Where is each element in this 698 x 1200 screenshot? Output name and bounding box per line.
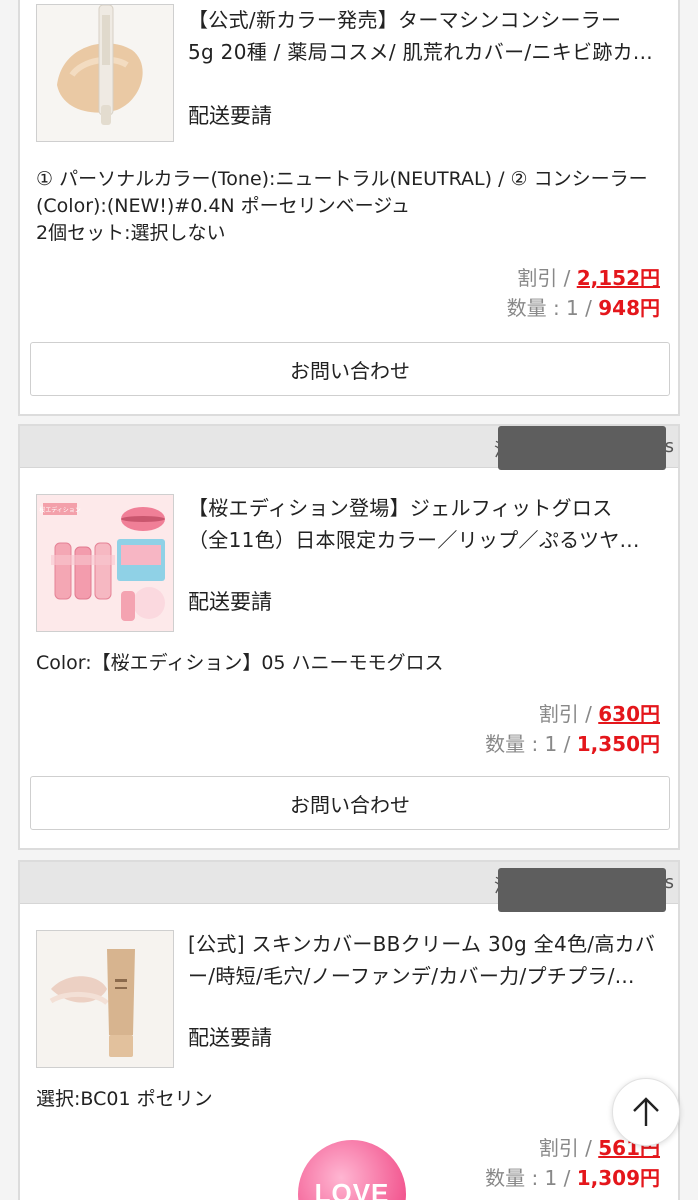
price-value: 948円 (598, 296, 660, 320)
quantity-price-row: 数量 : 1 / 1,350円 (485, 728, 660, 757)
discount-value: 630円 (598, 702, 660, 726)
thumb-badge-text: 桜エディション (39, 506, 81, 514)
product-title-line: [公式] スキンカバーBBクリーム 30g 全4色/高カバ (188, 932, 656, 956)
product-options: ① パーソナルカラー(Tone):ニュートラル(NEUTRAL) / ② コンシ… (36, 166, 666, 247)
product-thumbnail[interactable] (36, 4, 174, 142)
concealer-image (37, 5, 173, 141)
option-line: 2個セット:選択しない (36, 222, 226, 244)
option-line: Color:【桜エディション】05 ハニーモモグロス (36, 652, 444, 674)
product-options: 選択:BC01 ポセリン (36, 1086, 666, 1113)
shipping-status: 配送要請 (188, 1026, 272, 1050)
header-text-fragment: s (664, 872, 674, 893)
product-title[interactable]: 【公式/新カラー発売】ターマシンコンシーラー 5g 20種 / 薬局コスメ/ 肌… (188, 4, 672, 68)
product-options: Color:【桜エディション】05 ハニーモモグロス (36, 650, 666, 677)
header-text-fragment: s (664, 436, 674, 457)
order-list-page: 【公式/新カラー発売】ターマシンコンシーラー 5g 20種 / 薬局コスメ/ 肌… (0, 0, 698, 1200)
discount-label: 割引 / (538, 1136, 599, 1160)
product-title-line: ー/時短/毛穴/ノーファンデ/カバー力/プチプラ/... (188, 964, 635, 988)
scroll-to-top-button[interactable] (612, 1078, 680, 1146)
discount-value: 2,152円 (576, 266, 660, 290)
discount-label: 割引 / (538, 702, 599, 726)
bb-cream-image (37, 931, 173, 1067)
quantity-label: 数量 : 1 / (485, 1166, 577, 1190)
order-card: 【公式/新カラー発売】ターマシンコンシーラー 5g 20種 / 薬局コスメ/ 肌… (18, 0, 680, 416)
product-thumbnail[interactable] (36, 930, 174, 1068)
product-title[interactable]: 【桜エディション登場】ジェルフィットグロス （全11色）日本限定カラー／リップ／… (188, 492, 672, 556)
quantity-price-row: 数量 : 1 / 1,309円 (485, 1162, 660, 1191)
arrow-up-icon (633, 1097, 659, 1126)
product-title-line: 5g 20種 / 薬局コスメ/ 肌荒れカバー/ニキビ跡カ... (188, 40, 653, 64)
product-title-line: （全11色）日本限定カラー／リップ／ぷるツヤ... (188, 528, 640, 552)
option-line: ① パーソナルカラー(Tone):ニュートラル(NEUTRAL) / ② コンシ… (36, 168, 648, 217)
quantity-label: 数量 : 1 / (506, 296, 599, 320)
product-title-line: 【公式/新カラー発売】ターマシンコンシーラー (188, 8, 622, 32)
lip-gloss-image: 桜エディション (37, 495, 173, 631)
quantity-label: 数量 : 1 / (485, 732, 577, 756)
discount-row: 割引 / 2,152円 (517, 262, 660, 291)
inquiry-button[interactable]: お問い合わせ (30, 776, 670, 830)
product-thumbnail[interactable]: 桜エディション (36, 494, 174, 632)
quantity-price-row: 数量 : 1 / 948円 (507, 292, 660, 321)
discount-row: 割引 / 630円 (539, 698, 660, 727)
product-title[interactable]: [公式] スキンカバーBBクリーム 30g 全4色/高カバ ー/時短/毛穴/ノー… (188, 928, 672, 992)
discount-label: 割引 / (517, 266, 577, 290)
price-value: 1,350円 (576, 732, 660, 756)
redacted-block (498, 426, 666, 470)
option-line: 選択:BC01 ポセリン (36, 1088, 213, 1110)
shipping-status: 配送要請 (188, 104, 272, 128)
redacted-block (498, 868, 666, 912)
price-value: 1,309円 (576, 1166, 660, 1190)
product-title-line: 【桜エディション登場】ジェルフィットグロス (188, 496, 613, 520)
inquiry-button[interactable]: お問い合わせ (30, 342, 670, 396)
shipping-status: 配送要請 (188, 590, 272, 614)
order-card: 涅 s 桜エディション 【桜エディション登場】ジェルフィットグロス (18, 424, 680, 850)
